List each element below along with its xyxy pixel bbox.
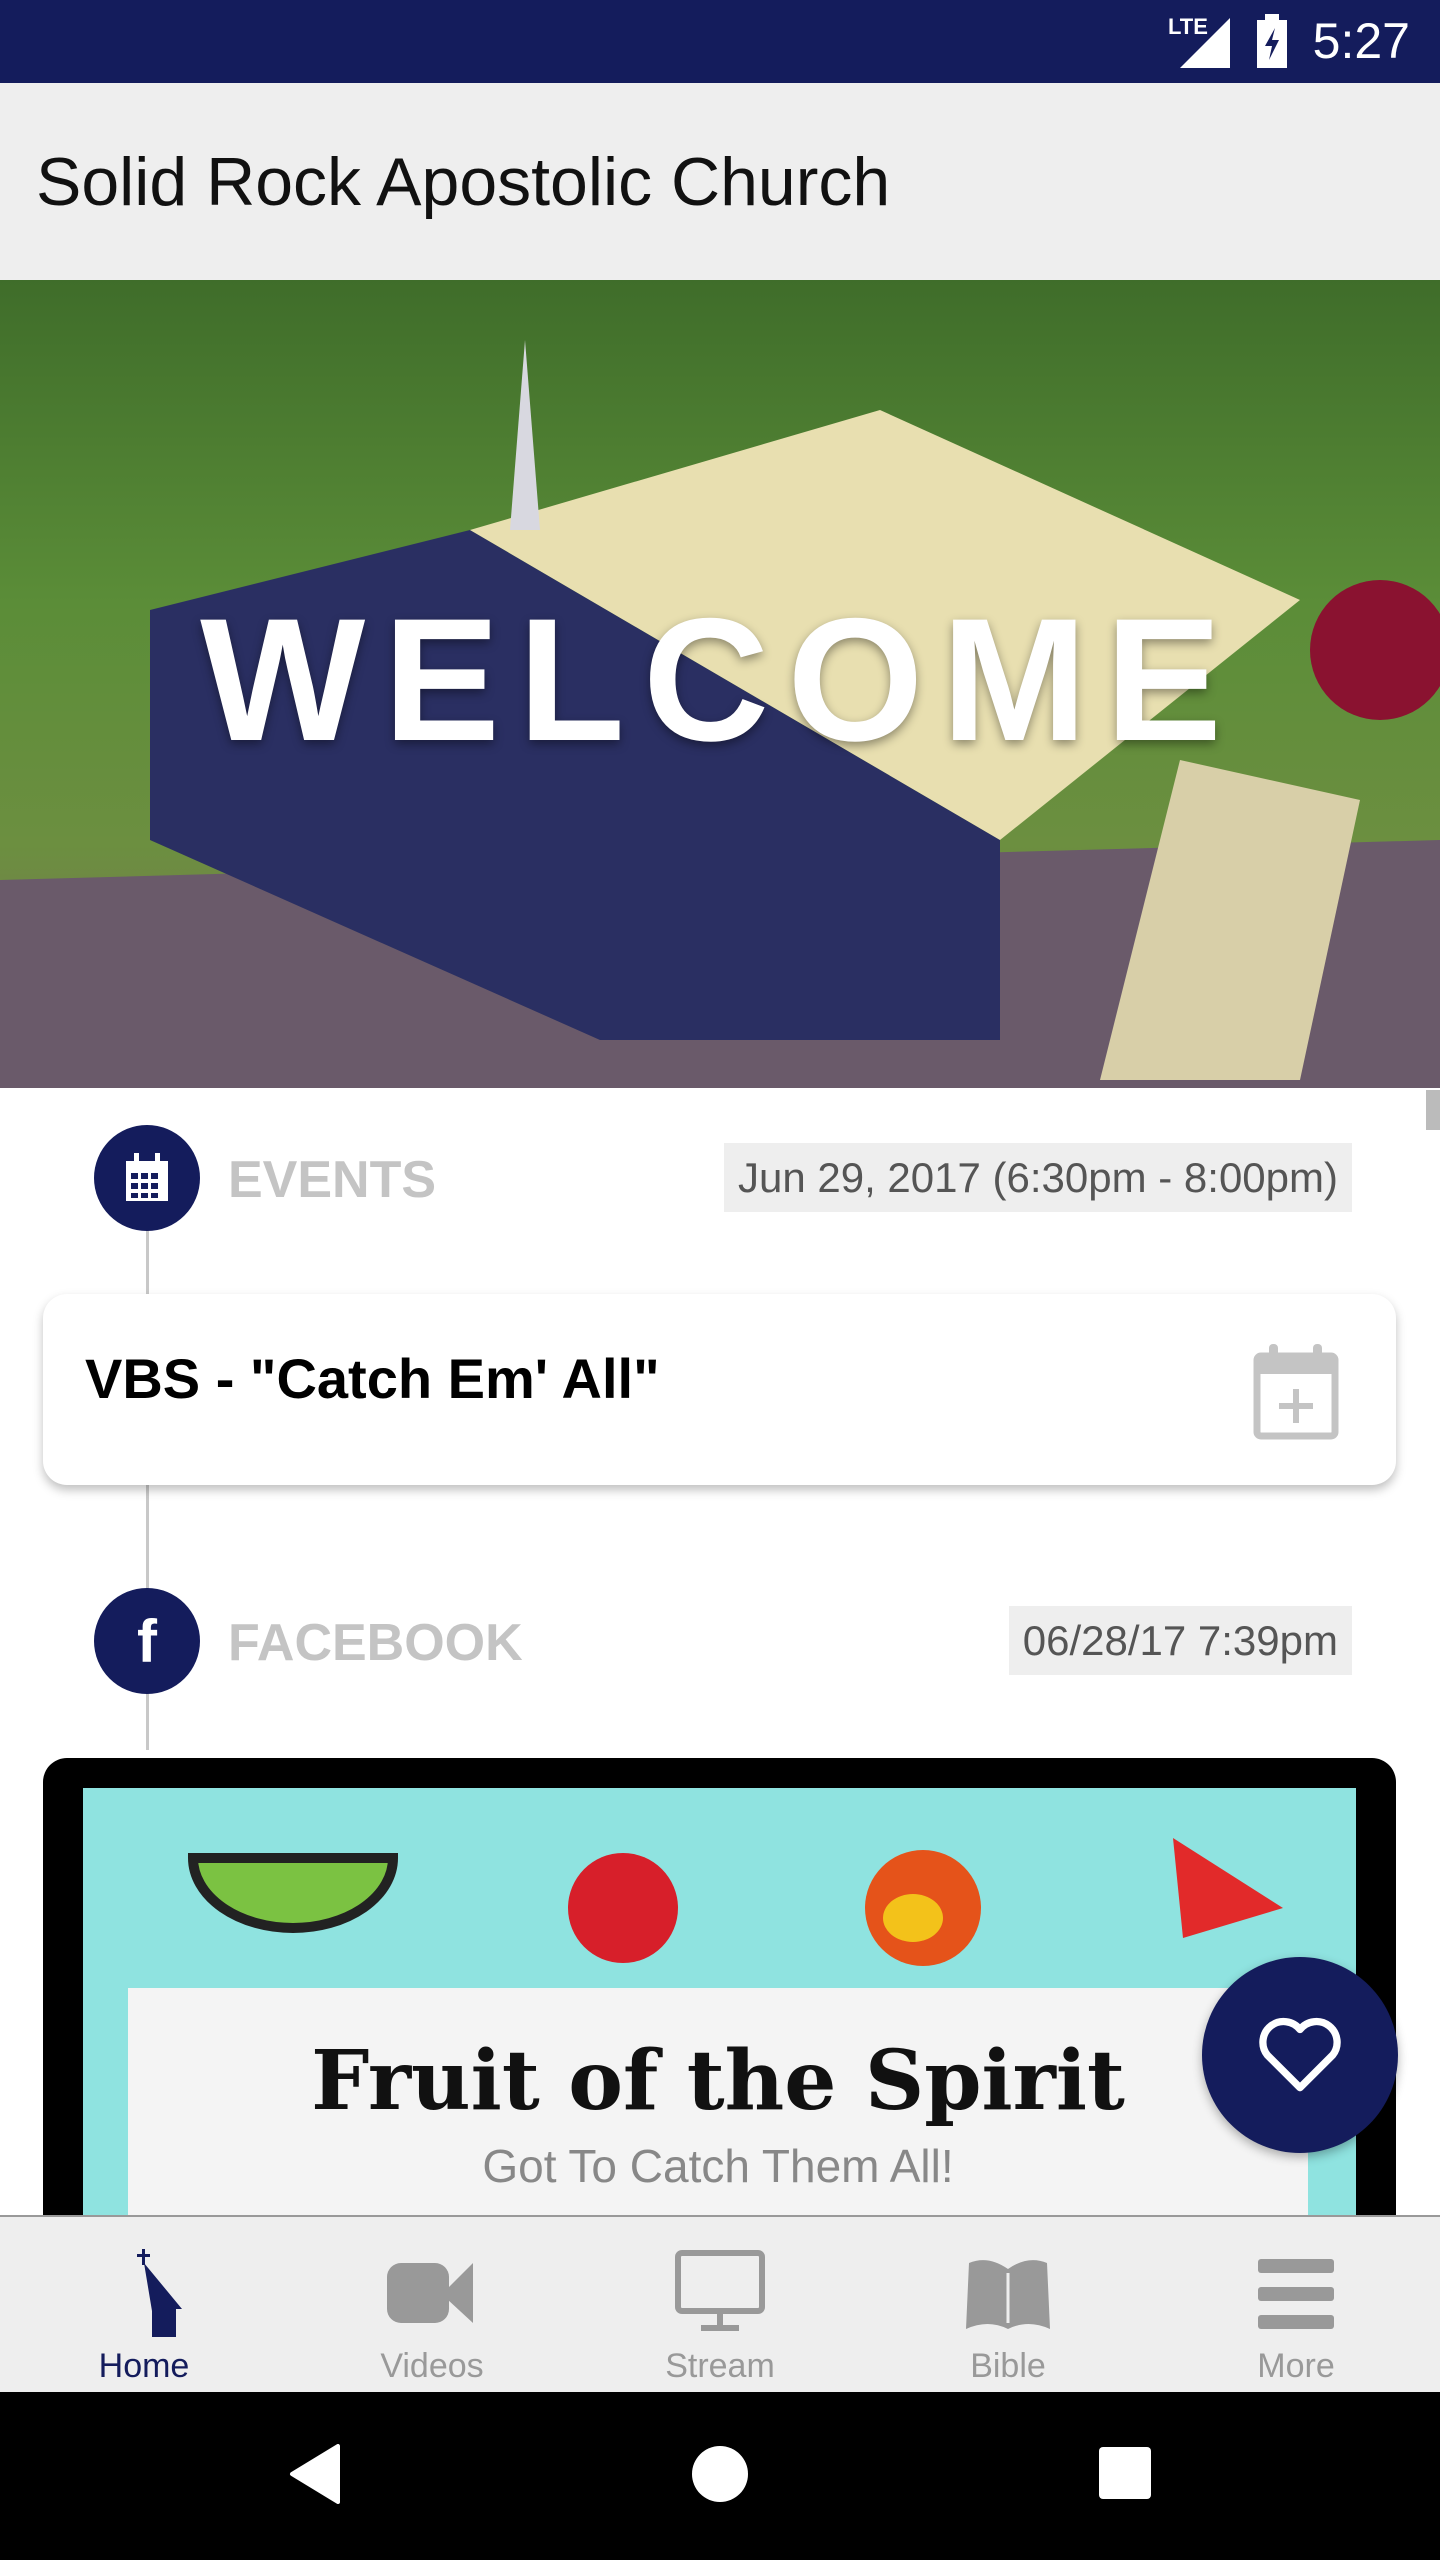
- tab-label: More: [1257, 2347, 1335, 2385]
- status-bar: LTE 5:27: [0, 0, 1440, 83]
- tab-home[interactable]: Home: [0, 2217, 288, 2392]
- tab-stream[interactable]: Stream: [576, 2217, 864, 2392]
- calendar-add-icon[interactable]: [1253, 1344, 1339, 1440]
- clock: 5:27: [1312, 13, 1410, 69]
- signal-icon: [1180, 18, 1230, 68]
- heart-icon: [1259, 2017, 1341, 2092]
- hero-banner[interactable]: WELCOME: [0, 280, 1440, 1088]
- scrollbar[interactable]: [1426, 1090, 1440, 1130]
- monitor-icon: [675, 2250, 765, 2331]
- book-icon: [966, 2260, 1050, 2329]
- event-date: Jun 29, 2017 (6:30pm - 8:00pm): [723, 1143, 1352, 1212]
- image-subtitle: Got To Catch Them All!: [482, 2140, 954, 2192]
- favorite-fab[interactable]: [1202, 1957, 1398, 2153]
- tab-videos[interactable]: Videos: [288, 2217, 576, 2392]
- recents-icon[interactable]: [1098, 2446, 1152, 2500]
- church-icon: [137, 2249, 182, 2337]
- event-title: VBS - "Catch Em' All": [85, 1347, 660, 1410]
- calendar-icon: [94, 1125, 200, 1231]
- facebook-icon: f: [94, 1588, 200, 1694]
- battery-icon: [1257, 14, 1287, 68]
- tab-label: Videos: [380, 2347, 484, 2385]
- section-label-facebook: FACEBOOK: [228, 1614, 523, 1672]
- bottom-nav: Home Videos Stream Bible More: [0, 2215, 1440, 2392]
- system-nav-bar: [0, 2392, 1440, 2560]
- app-bar: Solid Rock Apostolic Church: [0, 83, 1440, 280]
- facebook-glyph: f: [137, 1607, 157, 1675]
- tab-more[interactable]: More: [1152, 2217, 1440, 2392]
- fruit-illustration: [187, 1838, 1283, 1966]
- menu-icon: [1258, 2259, 1334, 2329]
- back-icon[interactable]: [288, 2444, 340, 2504]
- facebook-post-date: 06/28/17 7:39pm: [1008, 1606, 1352, 1675]
- tab-label: Stream: [665, 2347, 775, 2385]
- event-card[interactable]: VBS - "Catch Em' All": [43, 1294, 1396, 1485]
- tab-bible[interactable]: Bible: [864, 2217, 1152, 2392]
- post-image: Fruit of the Spirit Got To Catch Them Al…: [83, 1788, 1356, 2258]
- facebook-post-card[interactable]: Fruit of the Spirit Got To Catch Them Al…: [43, 1758, 1396, 2258]
- app-title: Solid Rock Apostolic Church: [36, 144, 891, 220]
- section-label-events: EVENTS: [228, 1151, 437, 1209]
- image-title: Fruit of the Spirit: [311, 2033, 1125, 2129]
- welcome-text: WELCOME: [200, 583, 1240, 778]
- home-button-icon[interactable]: [690, 2444, 750, 2504]
- video-camera-icon: [387, 2263, 473, 2323]
- tab-label: Bible: [970, 2347, 1046, 2385]
- tab-label: Home: [98, 2347, 190, 2385]
